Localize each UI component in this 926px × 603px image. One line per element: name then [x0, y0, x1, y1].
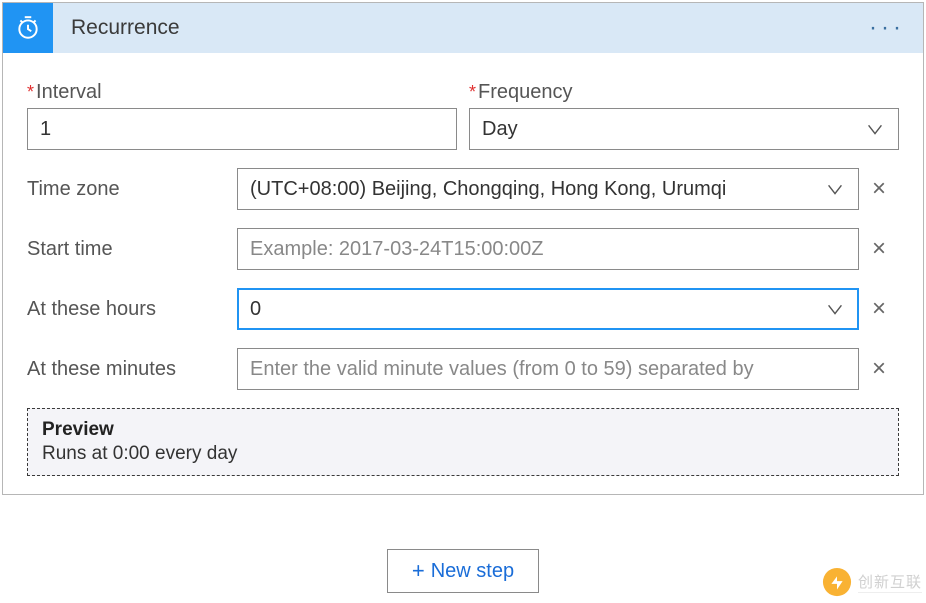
panel-title: Recurrence — [53, 16, 869, 40]
hours-select[interactable]: 0 — [237, 288, 859, 330]
interval-label: Interval — [27, 81, 457, 104]
starttime-input[interactable]: Example: 2017-03-24T15:00:00Z — [237, 228, 859, 270]
new-step-label: New step — [431, 560, 514, 583]
timezone-select[interactable]: (UTC+08:00) Beijing, Chongqing, Hong Kon… — [237, 168, 859, 210]
preview-text: Runs at 0:00 every day — [42, 443, 884, 465]
frequency-value: Day — [482, 118, 518, 141]
chevron-down-icon — [824, 298, 846, 320]
hours-value: 0 — [250, 298, 261, 321]
starttime-placeholder: Example: 2017-03-24T15:00:00Z — [250, 238, 544, 261]
frequency-label: Frequency — [469, 81, 899, 104]
interval-value: 1 — [40, 118, 51, 141]
recurrence-icon — [3, 3, 53, 53]
preview-box: Preview Runs at 0:00 every day — [27, 408, 899, 476]
panel-header: Recurrence ··· — [3, 3, 923, 53]
timezone-clear-button[interactable]: × — [859, 175, 899, 203]
chevron-down-icon — [864, 118, 886, 140]
interval-input[interactable]: 1 — [27, 108, 457, 150]
hours-clear-button[interactable]: × — [859, 295, 899, 323]
preview-title: Preview — [42, 419, 884, 441]
more-menu-button[interactable]: ··· — [869, 14, 923, 42]
starttime-label: Start time — [27, 238, 237, 261]
chevron-down-icon — [824, 178, 846, 200]
watermark-icon — [822, 567, 852, 597]
frequency-select[interactable]: Day — [469, 108, 899, 150]
minutes-input[interactable]: Enter the valid minute values (from 0 to… — [237, 348, 859, 390]
timezone-value: (UTC+08:00) Beijing, Chongqing, Hong Kon… — [250, 178, 726, 201]
plus-icon: + — [412, 558, 425, 584]
watermark: 创新互联 — [818, 565, 926, 599]
starttime-clear-button[interactable]: × — [859, 235, 899, 263]
minutes-label: At these minutes — [27, 358, 237, 381]
timezone-label: Time zone — [27, 178, 237, 201]
panel-body: Interval 1 Frequency Day Time zone (UTC+… — [3, 53, 923, 494]
hours-label: At these hours — [27, 298, 237, 321]
minutes-placeholder: Enter the valid minute values (from 0 to… — [250, 358, 754, 381]
new-step-button[interactable]: + New step — [387, 549, 539, 593]
minutes-clear-button[interactable]: × — [859, 355, 899, 383]
recurrence-panel: Recurrence ··· Interval 1 Frequency Day … — [2, 2, 924, 495]
watermark-text: 创新互联 — [858, 571, 922, 593]
